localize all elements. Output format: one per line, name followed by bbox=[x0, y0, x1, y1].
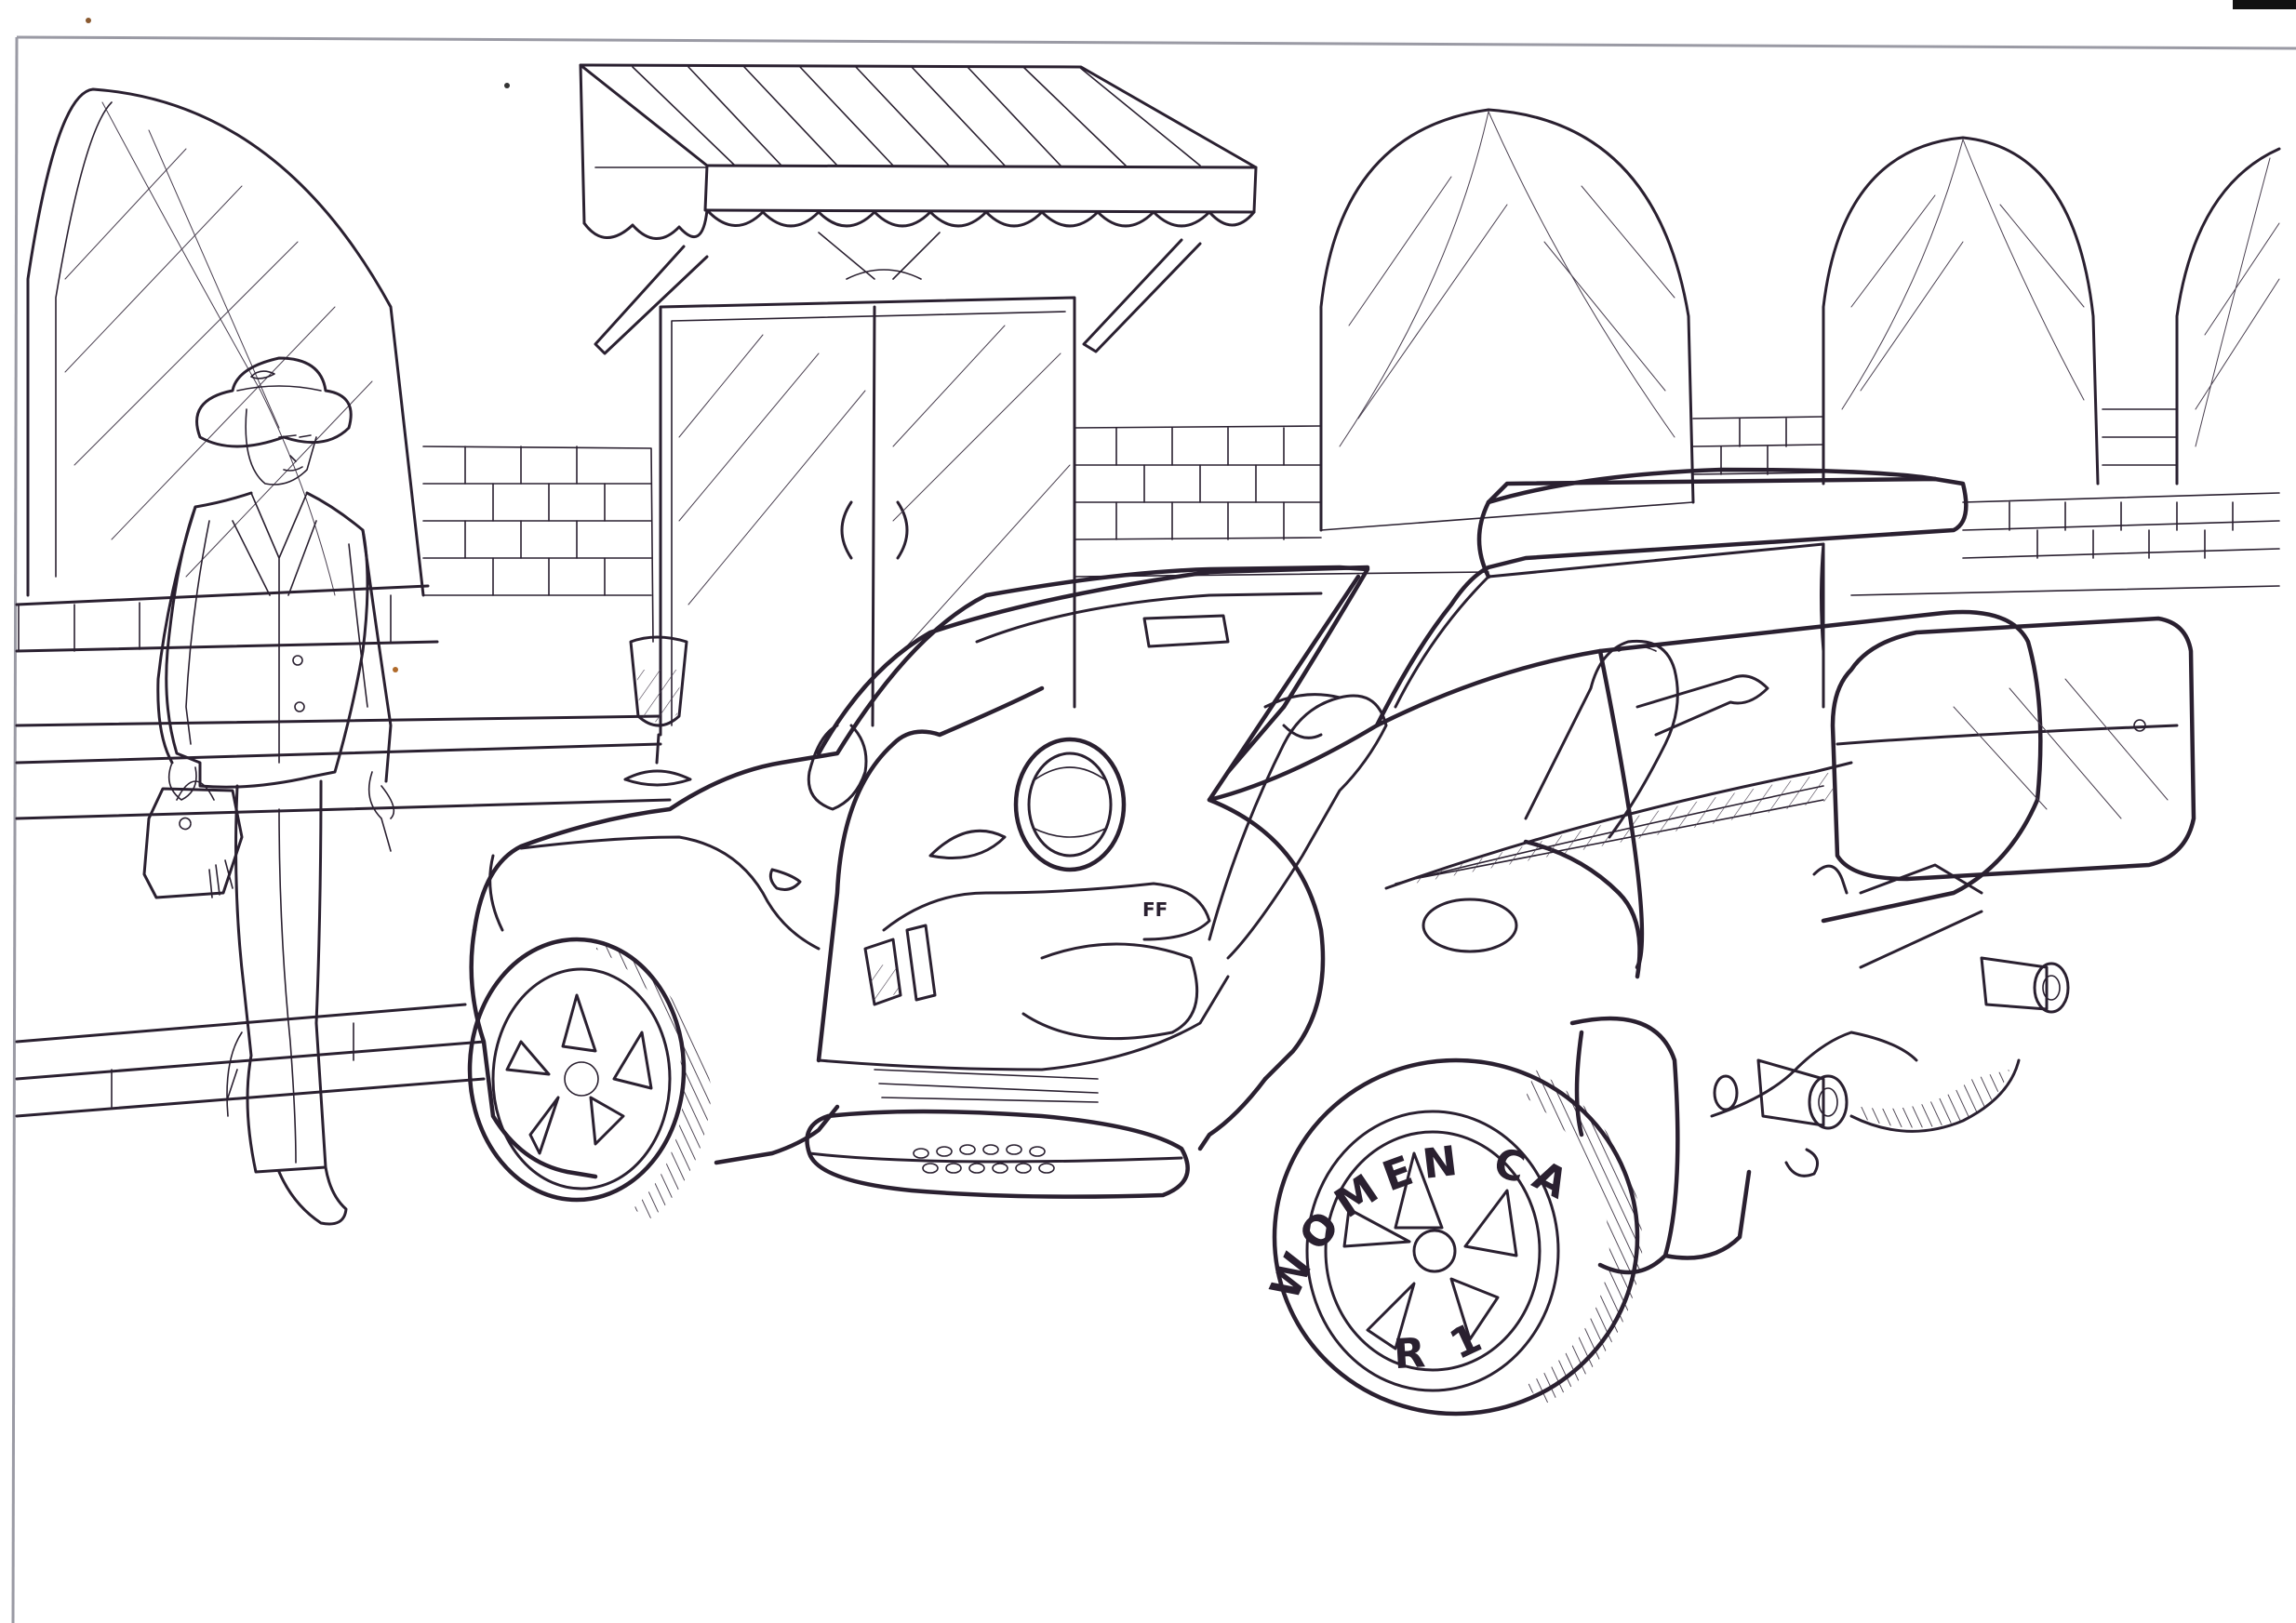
side-step bbox=[805, 1069, 1190, 1199]
dashboard-badge: FF bbox=[1142, 898, 1168, 921]
rear-wheel-far bbox=[1849, 1058, 2021, 1133]
arched-window-far-right bbox=[2175, 147, 2281, 486]
tire-brand-text: WOMEN CAR bbox=[0, 0, 1583, 1307]
brick-wall bbox=[15, 408, 2280, 765]
arched-window-right bbox=[1822, 136, 2100, 486]
line-drawing-canvas: FF WOMEN CA R 1 bbox=[0, 0, 2296, 1623]
woman-figure bbox=[142, 356, 395, 1226]
arched-window-center bbox=[1319, 108, 1695, 532]
double-door bbox=[659, 296, 1076, 737]
tire-size-text: R 17 bbox=[0, 0, 1497, 1378]
car-body-lower bbox=[472, 565, 2043, 979]
building-facade bbox=[15, 63, 2281, 1118]
tire-size-label: R 17 bbox=[0, 0, 1488, 1378]
paper-sheet bbox=[11, 0, 2296, 1623]
open-door bbox=[816, 685, 1045, 1063]
exhaust-left bbox=[1756, 1058, 1849, 1130]
exhaust-right bbox=[1980, 956, 2070, 1014]
goblet bbox=[623, 635, 692, 787]
arched-window-left bbox=[26, 87, 425, 597]
sidewalk-curb bbox=[15, 798, 672, 1118]
tire-brand-label: WOMEN CAR bbox=[0, 0, 1574, 1307]
steering-wheel bbox=[1013, 737, 1127, 872]
awning bbox=[579, 63, 1258, 355]
